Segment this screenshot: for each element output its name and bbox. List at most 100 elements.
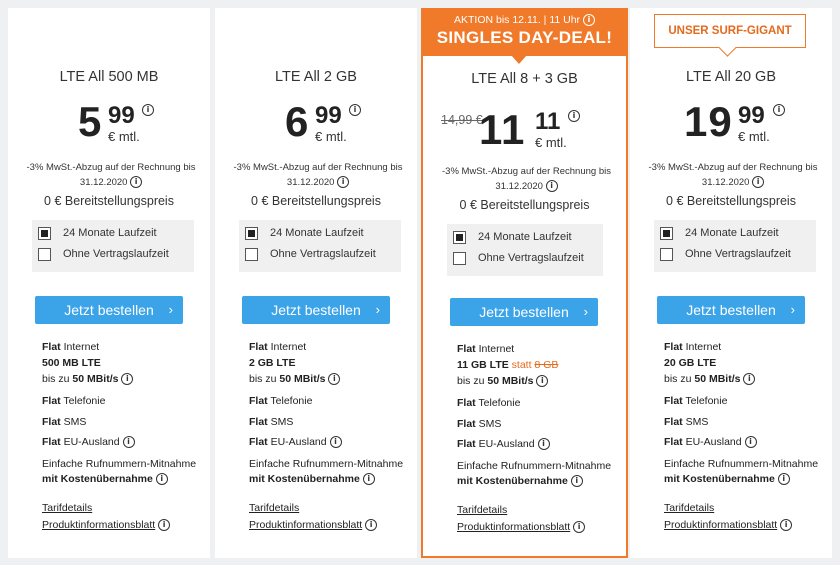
price: 14,99 € 11 11 € mtl. i xyxy=(423,100,626,156)
option-24-months[interactable]: 24 Monate Laufzeit xyxy=(660,225,779,241)
info-icon[interactable]: i xyxy=(743,373,756,386)
info-icon[interactable]: i xyxy=(773,104,785,116)
info-icon[interactable]: i xyxy=(777,473,790,486)
info-icon[interactable]: i xyxy=(328,373,341,386)
price-main: 6 xyxy=(285,98,310,145)
checkbox[interactable] xyxy=(660,226,673,240)
plan-name: LTE All 8 + 3 GB xyxy=(471,71,578,87)
price-unit: € mtl. xyxy=(738,129,770,144)
option-label: Ohne Vertragslaufzeit xyxy=(270,248,376,260)
option-no-contract[interactable]: Ohne Vertragslaufzeit xyxy=(245,246,376,262)
info-icon[interactable]: i xyxy=(349,104,361,116)
checkbox[interactable] xyxy=(38,226,51,240)
option-24-months[interactable]: 24 Monate Laufzeit xyxy=(245,225,364,241)
option-no-contract[interactable]: Ohne Vertragslaufzeit xyxy=(453,250,584,266)
setup-price: 0 € Bereitstellungspreis xyxy=(44,194,174,208)
info-icon[interactable]: i xyxy=(130,176,143,189)
info-icon[interactable]: i xyxy=(570,475,583,488)
price-main: 11 xyxy=(479,106,526,153)
info-icon[interactable]: i xyxy=(545,180,558,193)
chevron-right-icon: › xyxy=(375,302,380,317)
option-24-months[interactable]: 24 Monate Laufzeit xyxy=(38,225,157,241)
checkbox[interactable] xyxy=(453,251,466,265)
tarifdetails-link[interactable]: Tarifdetails xyxy=(249,502,299,514)
info-icon[interactable]: i xyxy=(573,521,586,534)
feature-telefonie: Flat Telefonie xyxy=(42,395,106,407)
info-icon[interactable]: i xyxy=(780,519,793,532)
price-unit: € mtl. xyxy=(535,135,567,150)
tax-note-text: -3% MwSt.-Abzug auf der Rechnung bis xyxy=(26,162,196,173)
product-info-row: Produktinformationsblatt i xyxy=(457,521,586,534)
feature-internet: Flat Internet xyxy=(664,341,722,353)
feature-porting-cost: mit Kostenübernahme i xyxy=(249,473,375,486)
tax-note-text: -3% MwSt.-Abzug auf der Rechnung bis xyxy=(442,166,611,177)
order-button[interactable]: Jetzt bestellen › xyxy=(450,298,598,326)
feature-telefonie: Flat Telefonie xyxy=(249,395,313,407)
order-button[interactable]: Jetzt bestellen › xyxy=(657,296,805,324)
info-icon[interactable]: i xyxy=(142,104,154,116)
info-icon[interactable]: i xyxy=(536,375,549,388)
order-button-label: Jetzt bestellen xyxy=(64,302,154,318)
option-no-contract[interactable]: Ohne Vertragslaufzeit xyxy=(660,246,791,262)
feature-data-volume: 500 MB LTE xyxy=(42,357,101,369)
info-icon[interactable]: i xyxy=(122,436,135,449)
price: 5 99 € mtl. i xyxy=(8,98,210,154)
checkbox[interactable] xyxy=(38,247,51,261)
tarifdetails-link[interactable]: Tarifdetails xyxy=(664,502,714,514)
info-icon[interactable]: i xyxy=(362,473,375,486)
tax-note-date: 31.12.2020 xyxy=(286,177,335,188)
checkbox[interactable] xyxy=(245,226,258,240)
tarifdetails-link[interactable]: Tarifdetails xyxy=(42,502,92,514)
order-button-label: Jetzt bestellen xyxy=(271,302,361,318)
option-label: 24 Monate Laufzeit xyxy=(63,227,157,239)
tax-note: -3% MwSt.-Abzug auf der Rechnung bis 31.… xyxy=(437,164,616,194)
info-icon[interactable]: i xyxy=(329,436,342,449)
info-icon[interactable]: i xyxy=(744,436,757,449)
feature-eu: Flat EU-Ausland i xyxy=(249,436,342,449)
feature-porting: Einfache Rufnummern-Mitnahme xyxy=(249,458,404,470)
feature-telefonie: Flat Telefonie xyxy=(664,395,728,407)
order-button[interactable]: Jetzt bestellen › xyxy=(35,296,183,324)
checkbox[interactable] xyxy=(245,247,258,261)
product-info-link[interactable]: Produktinformationsblatt xyxy=(664,519,777,531)
product-info-link[interactable]: Produktinformationsblatt xyxy=(42,519,155,531)
option-24-months[interactable]: 24 Monate Laufzeit xyxy=(453,229,572,245)
info-icon[interactable]: i xyxy=(568,110,580,122)
tax-note: -3% MwSt.-Abzug auf der Rechnung bis 31.… xyxy=(22,160,200,190)
tax-note-text: -3% MwSt.-Abzug auf der Rechnung bis xyxy=(233,162,403,173)
singles-day-badge: AKTION bis 12.11. | 11 Uhr i SINGLES DAY… xyxy=(421,10,628,64)
checkbox[interactable] xyxy=(453,230,466,244)
feature-sms: Flat SMS xyxy=(249,416,294,428)
info-icon[interactable]: i xyxy=(537,438,550,451)
info-icon[interactable]: i xyxy=(582,14,595,27)
product-info-link[interactable]: Produktinformationsblatt xyxy=(249,519,362,531)
info-icon[interactable]: i xyxy=(155,473,168,486)
order-button[interactable]: Jetzt bestellen › xyxy=(242,296,390,324)
feature-eu: Flat EU-Ausland i xyxy=(42,436,135,449)
info-icon[interactable]: i xyxy=(337,176,350,189)
product-info-link[interactable]: Produktinformationsblatt xyxy=(457,521,570,533)
contract-options: 24 Monate Laufzeit Ohne Vertragslaufzeit xyxy=(447,224,603,276)
info-icon[interactable]: i xyxy=(752,176,765,189)
product-info-row: Produktinformationsblatt i xyxy=(42,519,171,532)
option-label: Ohne Vertragslaufzeit xyxy=(685,248,791,260)
badge-text: UNSER SURF-GIGANT xyxy=(668,25,792,37)
info-icon[interactable]: i xyxy=(365,519,378,532)
info-icon[interactable]: i xyxy=(121,373,134,386)
price-unit: € mtl. xyxy=(315,129,347,144)
tarifdetails-link[interactable]: Tarifdetails xyxy=(457,504,507,516)
tax-note-text: -3% MwSt.-Abzug auf der Rechnung bis xyxy=(648,162,818,173)
tariff-card-lte-all-500mb: LTE All 500 MB 5 99 € mtl. i -3% MwSt.-A… xyxy=(8,8,210,558)
feature-porting-cost: mit Kostenübernahme i xyxy=(42,473,168,486)
setup-price: 0 € Bereitstellungspreis xyxy=(666,194,796,208)
info-icon[interactable]: i xyxy=(158,519,171,532)
price: 6 99 € mtl. i xyxy=(215,98,417,154)
feature-porting: Einfache Rufnummern-Mitnahme xyxy=(457,460,612,472)
feature-speed: bis zu 50 MBit/s i xyxy=(42,373,134,386)
plan-name: LTE All 500 MB xyxy=(59,69,159,85)
badge-pointer xyxy=(718,38,737,57)
checkbox[interactable] xyxy=(660,247,673,261)
contract-options: 24 Monate Laufzeit Ohne Vertragslaufzeit xyxy=(239,220,401,272)
order-button-label: Jetzt bestellen xyxy=(479,304,569,320)
option-no-contract[interactable]: Ohne Vertragslaufzeit xyxy=(38,246,169,262)
